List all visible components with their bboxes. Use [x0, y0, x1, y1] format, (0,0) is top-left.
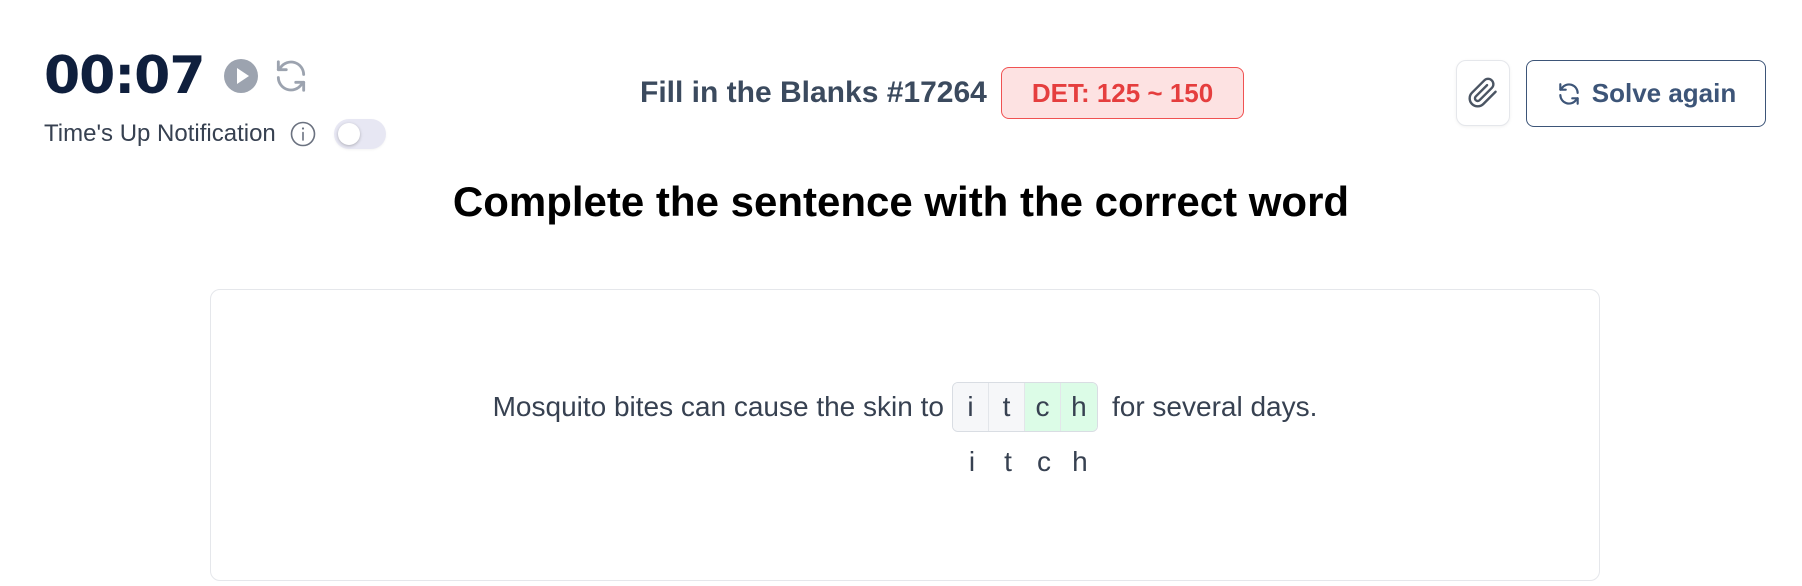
reset-timer-button[interactable]	[271, 56, 311, 96]
timer-panel: 00:07 Time's Up Notification	[44, 44, 386, 150]
notification-label: Time's Up Notification	[44, 120, 276, 147]
blank-letter-cell: i	[952, 383, 989, 431]
attach-button[interactable]	[1456, 60, 1510, 126]
paperclip-icon	[1468, 77, 1497, 108]
instruction-heading: Complete the sentence with the correct w…	[452, 178, 1350, 225]
toggle-knob	[337, 123, 360, 145]
answer-letter: t	[1004, 446, 1012, 477]
play-button[interactable]	[221, 56, 261, 96]
answer-letter: i	[968, 446, 976, 477]
sentence-before: Mosquito bites can cause the skin to	[492, 391, 944, 422]
solve-again-button[interactable]: Solve again	[1526, 60, 1766, 127]
solve-again-label: Solve again	[1591, 78, 1737, 108]
page: 00:07 Time's Up Notification Fill in the…	[0, 0, 1802, 586]
exercise-header: Fill in the Blanks #17264 DET: 125 ~ 150	[640, 67, 1245, 119]
answer-letter: c	[1036, 446, 1051, 477]
play-icon	[223, 59, 258, 93]
sentence-row: Mosquito bites can cause the skin to itc…	[211, 382, 1599, 432]
exercise-title: Fill in the Blanks #17264	[640, 76, 987, 109]
refresh-icon	[276, 60, 305, 92]
timer-display: 00:07	[44, 46, 206, 106]
question-card: Mosquito bites can cause the skin to itc…	[210, 289, 1600, 581]
answer-letter: h	[1072, 446, 1088, 477]
notification-row: Time's Up Notification	[44, 118, 386, 150]
blank-input-group[interactable]: itch	[951, 382, 1098, 432]
info-icon[interactable]	[290, 121, 316, 147]
sentence-after: for several days.	[1111, 391, 1318, 422]
blank-letter-cell: t	[988, 383, 1025, 431]
refresh-icon	[1556, 81, 1582, 107]
blank-letter-cell[interactable]: c	[1024, 383, 1061, 431]
blank-letter-cell[interactable]: h	[1060, 383, 1097, 431]
answer-row: itch	[954, 442, 1098, 482]
det-score-badge: DET: 125 ~ 150	[1000, 67, 1245, 119]
notification-toggle[interactable]	[333, 119, 386, 149]
timer-row: 00:07	[44, 44, 386, 108]
